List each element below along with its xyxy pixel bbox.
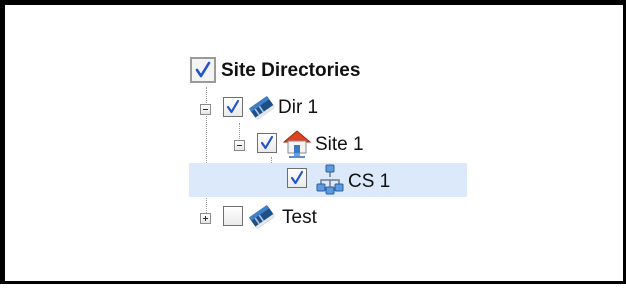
book-icon (248, 204, 276, 230)
dir1-checkbox[interactable] (223, 97, 243, 117)
root-label[interactable]: Site Directories (221, 60, 360, 82)
checkmark-icon (195, 61, 211, 78)
book-icon (248, 95, 276, 121)
cs1-label[interactable]: CS 1 (348, 171, 390, 193)
checkmark-icon (260, 135, 274, 150)
test-label[interactable]: Test (282, 207, 317, 229)
site1-checkbox[interactable] (257, 133, 277, 153)
root-checkbox[interactable] (190, 57, 216, 83)
collapse-dir1-expander[interactable] (200, 104, 211, 115)
dir1-label[interactable]: Dir 1 (278, 97, 318, 119)
collapse-site1-expander[interactable] (234, 140, 245, 151)
window-frame: Site Directories Dir 1 Site 1 CS 1 Test (0, 0, 626, 284)
expand-test-expander[interactable] (200, 213, 211, 224)
cs1-checkbox[interactable] (287, 168, 307, 188)
site-directory-tree: Site Directories Dir 1 Site 1 CS 1 Test (5, 5, 626, 289)
site1-label[interactable]: Site 1 (315, 134, 364, 156)
checkmark-icon (226, 99, 240, 114)
test-checkbox[interactable] (223, 206, 243, 226)
network-icon (316, 164, 344, 195)
house-icon (282, 130, 312, 158)
checkmark-icon (290, 170, 304, 185)
